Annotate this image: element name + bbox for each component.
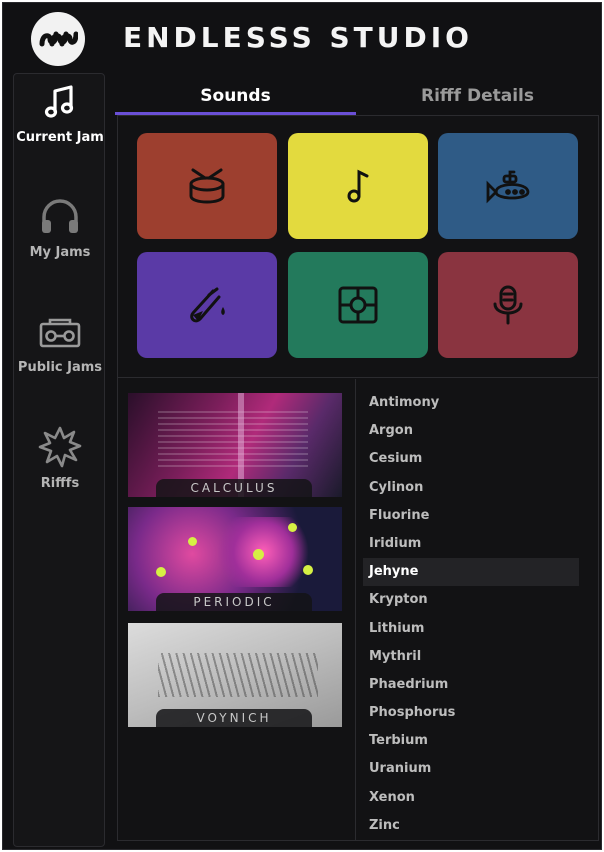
sidebar-item-my-jams[interactable]: My Jams bbox=[14, 197, 106, 260]
sounds-panel: CALCULUS PERIODIC VOYNICH Antimony Argon C… bbox=[117, 115, 599, 841]
sound-list-item[interactable]: Cylinon bbox=[363, 474, 579, 502]
pack-artwork-dot bbox=[303, 565, 313, 575]
app-title: ENDLESSS STUDIO bbox=[123, 21, 473, 54]
endlesss-logo[interactable] bbox=[31, 12, 85, 66]
sound-list-item[interactable]: Phosphorus bbox=[363, 699, 579, 727]
sidebar-item-label: Rifffs bbox=[40, 476, 80, 491]
pack-label: VOYNICH bbox=[156, 709, 312, 727]
sidebar-item-rifffs[interactable]: Rifffs bbox=[14, 426, 106, 491]
pack-card[interactable]: VOYNICH bbox=[128, 623, 342, 727]
pack-artwork bbox=[158, 407, 308, 467]
fx-pad[interactable] bbox=[137, 252, 277, 358]
sound-list-item[interactable]: Terbium bbox=[363, 727, 579, 755]
sounds-list: Antimony Argon Cesium Cylinon Fluorine Iridiu… bbox=[363, 389, 579, 840]
sound-list-item[interactable]: Krypton bbox=[363, 586, 579, 614]
sound-list-item[interactable]: Lithium bbox=[363, 615, 579, 643]
headphones-icon bbox=[42, 199, 78, 233]
sound-list-item[interactable]: Phaedrium bbox=[363, 671, 579, 699]
sound-list-item[interactable]: Iridium bbox=[363, 530, 579, 558]
sound-list-item[interactable]: Cesium bbox=[363, 445, 579, 473]
tab-sounds[interactable]: Sounds bbox=[115, 77, 356, 115]
test-tube-icon bbox=[190, 287, 225, 323]
sidebar: Current Jam My Jams Public Jams Rifffs bbox=[13, 73, 105, 847]
sidebar-item-public-jams[interactable]: Public Jams bbox=[14, 312, 106, 375]
drums-pad[interactable] bbox=[137, 133, 277, 239]
submarine-icon bbox=[486, 170, 530, 204]
sound-list-item[interactable]: Antimony bbox=[363, 389, 579, 417]
music-note-icon bbox=[347, 169, 369, 203]
pack-card[interactable]: PERIODIC bbox=[128, 507, 342, 611]
tab-rifff-details[interactable]: Rifff Details bbox=[356, 77, 599, 115]
tab-bar: Sounds Rifff Details bbox=[115, 77, 599, 115]
music-note-icon bbox=[44, 85, 74, 118]
instrument-pads bbox=[118, 116, 598, 378]
pack-label: PERIODIC bbox=[156, 593, 312, 611]
pack-card[interactable]: CALCULUS bbox=[128, 393, 342, 497]
library-area: CALCULUS PERIODIC VOYNICH Antimony Argon C… bbox=[118, 379, 598, 840]
vocals-pad[interactable] bbox=[438, 252, 578, 358]
sound-list-item[interactable]: Uranium bbox=[363, 755, 579, 783]
sound-list-item[interactable]: Mythril bbox=[363, 643, 579, 671]
sound-list-item[interactable]: Jehyne bbox=[363, 558, 579, 587]
submarine-pad[interactable] bbox=[438, 133, 578, 239]
sidebar-item-label: Current Jam bbox=[16, 130, 104, 145]
sound-list-item[interactable]: Fluorine bbox=[363, 502, 579, 530]
sound-list-item[interactable]: Xenon bbox=[363, 784, 579, 812]
pack-artwork-dot bbox=[253, 549, 264, 560]
synth-pad[interactable] bbox=[288, 252, 428, 358]
pack-artwork-dot bbox=[288, 523, 297, 532]
burst-icon bbox=[38, 426, 82, 468]
sidebar-item-label: My Jams bbox=[29, 245, 91, 260]
sound-list-item[interactable]: Argon bbox=[363, 417, 579, 445]
sidebar-item-current-jam[interactable]: Current Jam bbox=[14, 82, 106, 145]
microphone-icon bbox=[493, 285, 523, 325]
pack-label: CALCULUS bbox=[156, 479, 312, 497]
note-pad[interactable] bbox=[288, 133, 428, 239]
sound-packs-list: CALCULUS PERIODIC VOYNICH bbox=[118, 379, 356, 840]
boombox-icon bbox=[39, 318, 81, 348]
mixer-box-icon bbox=[338, 286, 378, 324]
pack-artwork bbox=[158, 653, 318, 697]
pack-artwork-dot bbox=[188, 537, 197, 546]
app-window: ENDLESSS STUDIO Current Jam My Jams Publ… bbox=[2, 2, 602, 850]
sound-list-item[interactable]: Zinc bbox=[363, 812, 579, 840]
sidebar-item-label: Public Jams bbox=[17, 360, 103, 375]
pack-artwork-dot bbox=[156, 567, 166, 577]
drum-icon bbox=[189, 168, 225, 204]
